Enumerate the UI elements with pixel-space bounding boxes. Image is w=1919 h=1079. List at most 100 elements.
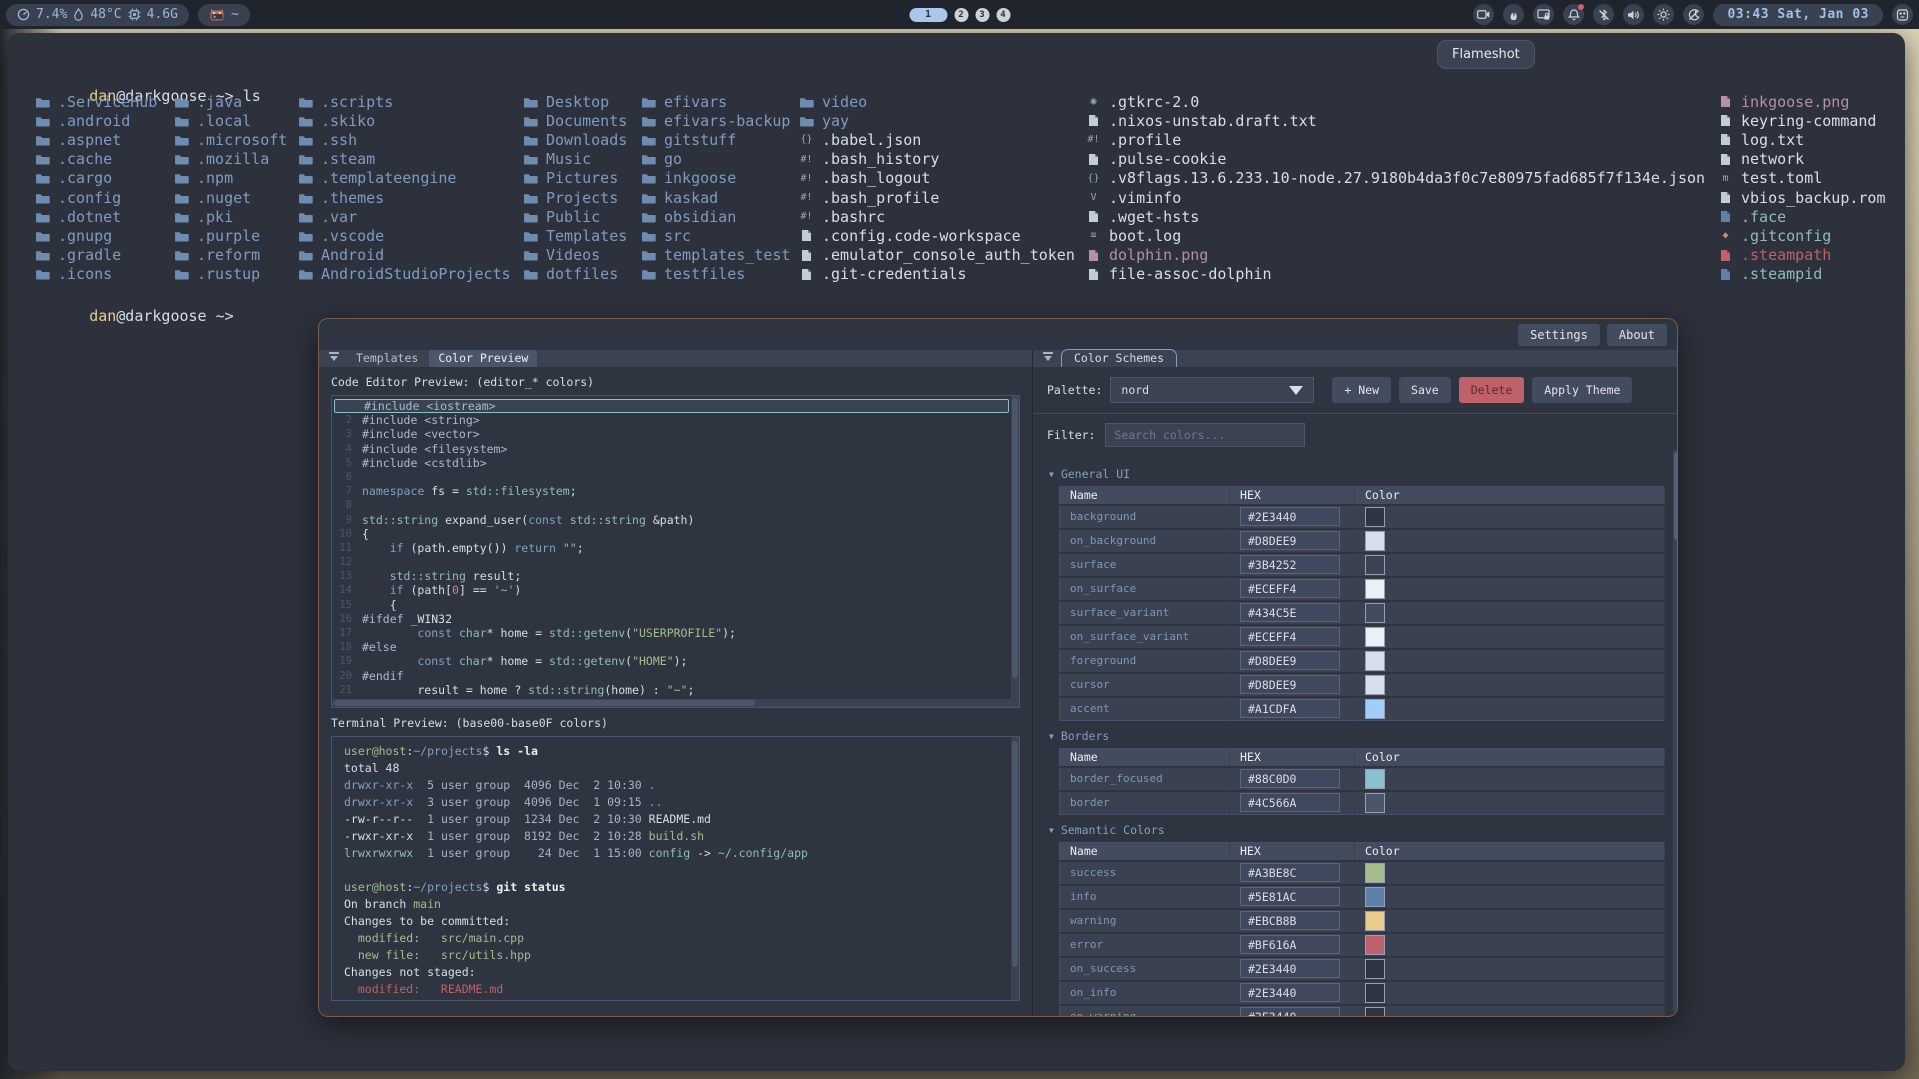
panel-menu-icon[interactable] [329, 350, 339, 364]
hex-value-field[interactable]: #2E3440 [1240, 983, 1340, 1002]
color-swatch[interactable] [1365, 531, 1385, 551]
hex-value-field[interactable]: #D8DEE9 [1240, 675, 1340, 694]
terminal-line: -rwxr-xr-x 1 user group 8192 Dec 2 10:28… [344, 828, 1005, 845]
hex-value-field[interactable]: #A1CDFA [1240, 699, 1340, 718]
flameshot-tray-icon[interactable] [1503, 4, 1524, 25]
hex-value-field[interactable]: #2E3440 [1240, 507, 1340, 526]
volume-icon[interactable] [1623, 4, 1644, 25]
hex-value-field[interactable]: #D8DEE9 [1240, 531, 1340, 550]
workspace-button-2[interactable]: 2 [954, 8, 968, 22]
color-swatch[interactable] [1365, 911, 1385, 931]
code-line: 19 const char* home = std::getenv("HOME"… [332, 654, 1011, 668]
filter-input[interactable] [1105, 423, 1305, 447]
file-entry: .local [174, 111, 287, 130]
file-name: network [1741, 150, 1804, 168]
settings-button[interactable]: Settings [1518, 324, 1600, 346]
workspace-button-1[interactable]: 1 [909, 8, 947, 22]
save-button[interactable]: Save [1399, 377, 1451, 403]
panel-menu-icon[interactable] [1043, 350, 1053, 364]
brightness-icon[interactable] [1653, 4, 1674, 25]
line-number: 7 [332, 484, 362, 498]
clock[interactable]: 03:43 Sat, Jan 03 [1713, 4, 1883, 26]
screen-lock-icon[interactable] [1533, 4, 1554, 25]
color-swatch[interactable] [1365, 555, 1385, 575]
workspace-button-4[interactable]: 4 [996, 8, 1010, 22]
camera-icon[interactable] [1473, 4, 1494, 25]
code-vertical-scrollbar[interactable] [1011, 396, 1019, 707]
color-name: on_surface [1060, 577, 1230, 601]
palette-select[interactable]: nord [1110, 377, 1314, 403]
color-swatch[interactable] [1365, 793, 1385, 813]
line-number: 6 [332, 470, 362, 484]
file-name: .vscode [321, 227, 384, 245]
file-entry: .wget-hsts [1086, 207, 1705, 226]
color-swatch[interactable] [1365, 507, 1385, 527]
color-swatch[interactable] [1365, 769, 1385, 789]
folder-icon [35, 210, 50, 223]
file-name: .var [321, 208, 357, 226]
tab-color-schemes[interactable]: Color Schemes [1061, 349, 1177, 367]
hex-value-field[interactable]: #D8DEE9 [1240, 651, 1340, 670]
hex-value-field[interactable]: #ECEFF4 [1240, 579, 1340, 598]
code-line: 15 { [332, 598, 1011, 612]
section-header[interactable]: ▼General UI [1049, 467, 1665, 481]
workspace-button-3[interactable]: 3 [975, 8, 989, 22]
hex-value-field[interactable]: #EBCB8B [1240, 911, 1340, 930]
color-swatch[interactable] [1365, 675, 1385, 695]
active-window-pill[interactable]: >_ ~ [198, 4, 250, 26]
color-swatch[interactable] [1365, 863, 1385, 883]
apply-theme-button[interactable]: Apply Theme [1532, 377, 1632, 403]
hex-value-field[interactable]: #A3BE8C [1240, 863, 1340, 882]
hex-value-field[interactable]: #5E81AC [1240, 887, 1340, 906]
tab-color-preview[interactable]: Color Preview [429, 350, 537, 367]
terminal-vertical-scrollbar[interactable] [1011, 737, 1019, 1000]
notifications-icon[interactable] [1563, 4, 1584, 25]
folder-icon [35, 268, 50, 281]
line-number: 13 [332, 569, 362, 583]
flameshot-tooltip: Flameshot [1437, 40, 1535, 69]
hex-value-field[interactable]: #88C0D0 [1240, 769, 1340, 788]
folder-icon [35, 95, 50, 108]
color-swatch[interactable] [1365, 579, 1385, 599]
ls-column: .java.local.microsoft.mozilla.npm.nuget.… [174, 92, 287, 284]
file-entry: keyring-command [1718, 111, 1886, 130]
file-entry: #!.profile [1086, 130, 1705, 149]
hex-value-field[interactable]: #434C5E [1240, 603, 1340, 622]
schemes-vertical-scrollbar[interactable] [1673, 450, 1678, 1012]
app-header: Settings About [319, 319, 1677, 350]
line-number: 11 [332, 541, 362, 555]
color-row: surface#3B4252 [1060, 553, 1665, 577]
hex-value-field[interactable]: #2E3440 [1240, 959, 1340, 978]
color-name: on_success [1060, 957, 1230, 981]
terminal-line: total 48 [344, 760, 1005, 777]
color-swatch[interactable] [1365, 887, 1385, 907]
hex-value-field[interactable]: #BF616A [1240, 935, 1340, 954]
terminal-line: new file: src/utils.hpp [344, 947, 1005, 964]
code-horizontal-scrollbar[interactable] [332, 699, 1011, 707]
color-swatch[interactable] [1365, 959, 1385, 979]
hex-value-field[interactable]: #4C566A [1240, 793, 1340, 812]
color-swatch[interactable] [1365, 603, 1385, 623]
color-name: cursor [1060, 673, 1230, 697]
hex-value-field[interactable]: #3B4252 [1240, 555, 1340, 574]
about-button[interactable]: About [1607, 324, 1667, 346]
tab-templates[interactable]: Templates [347, 350, 427, 367]
color-swatch[interactable] [1365, 983, 1385, 1003]
new-palette-button[interactable]: + New [1332, 377, 1391, 403]
color-swatch[interactable] [1365, 699, 1385, 719]
color-swatch[interactable] [1365, 935, 1385, 955]
folder-icon [523, 191, 538, 204]
color-swatch[interactable] [1365, 627, 1385, 647]
terminal-line [344, 862, 1005, 879]
section-header[interactable]: ▼Borders [1049, 729, 1665, 743]
hex-value-field[interactable]: #ECEFF4 [1240, 627, 1340, 646]
file-name: .pki [197, 208, 233, 226]
hex-value-field[interactable]: #2E3440 [1240, 1007, 1340, 1016]
night-light-icon[interactable] [1683, 4, 1704, 25]
color-swatch[interactable] [1365, 1007, 1385, 1017]
color-swatch[interactable] [1365, 651, 1385, 671]
bluetooth-off-icon[interactable] [1593, 4, 1614, 25]
tray-widget-icon[interactable] [1892, 4, 1913, 25]
section-header[interactable]: ▼Semantic Colors [1049, 823, 1665, 837]
delete-button[interactable]: Delete [1459, 377, 1525, 403]
